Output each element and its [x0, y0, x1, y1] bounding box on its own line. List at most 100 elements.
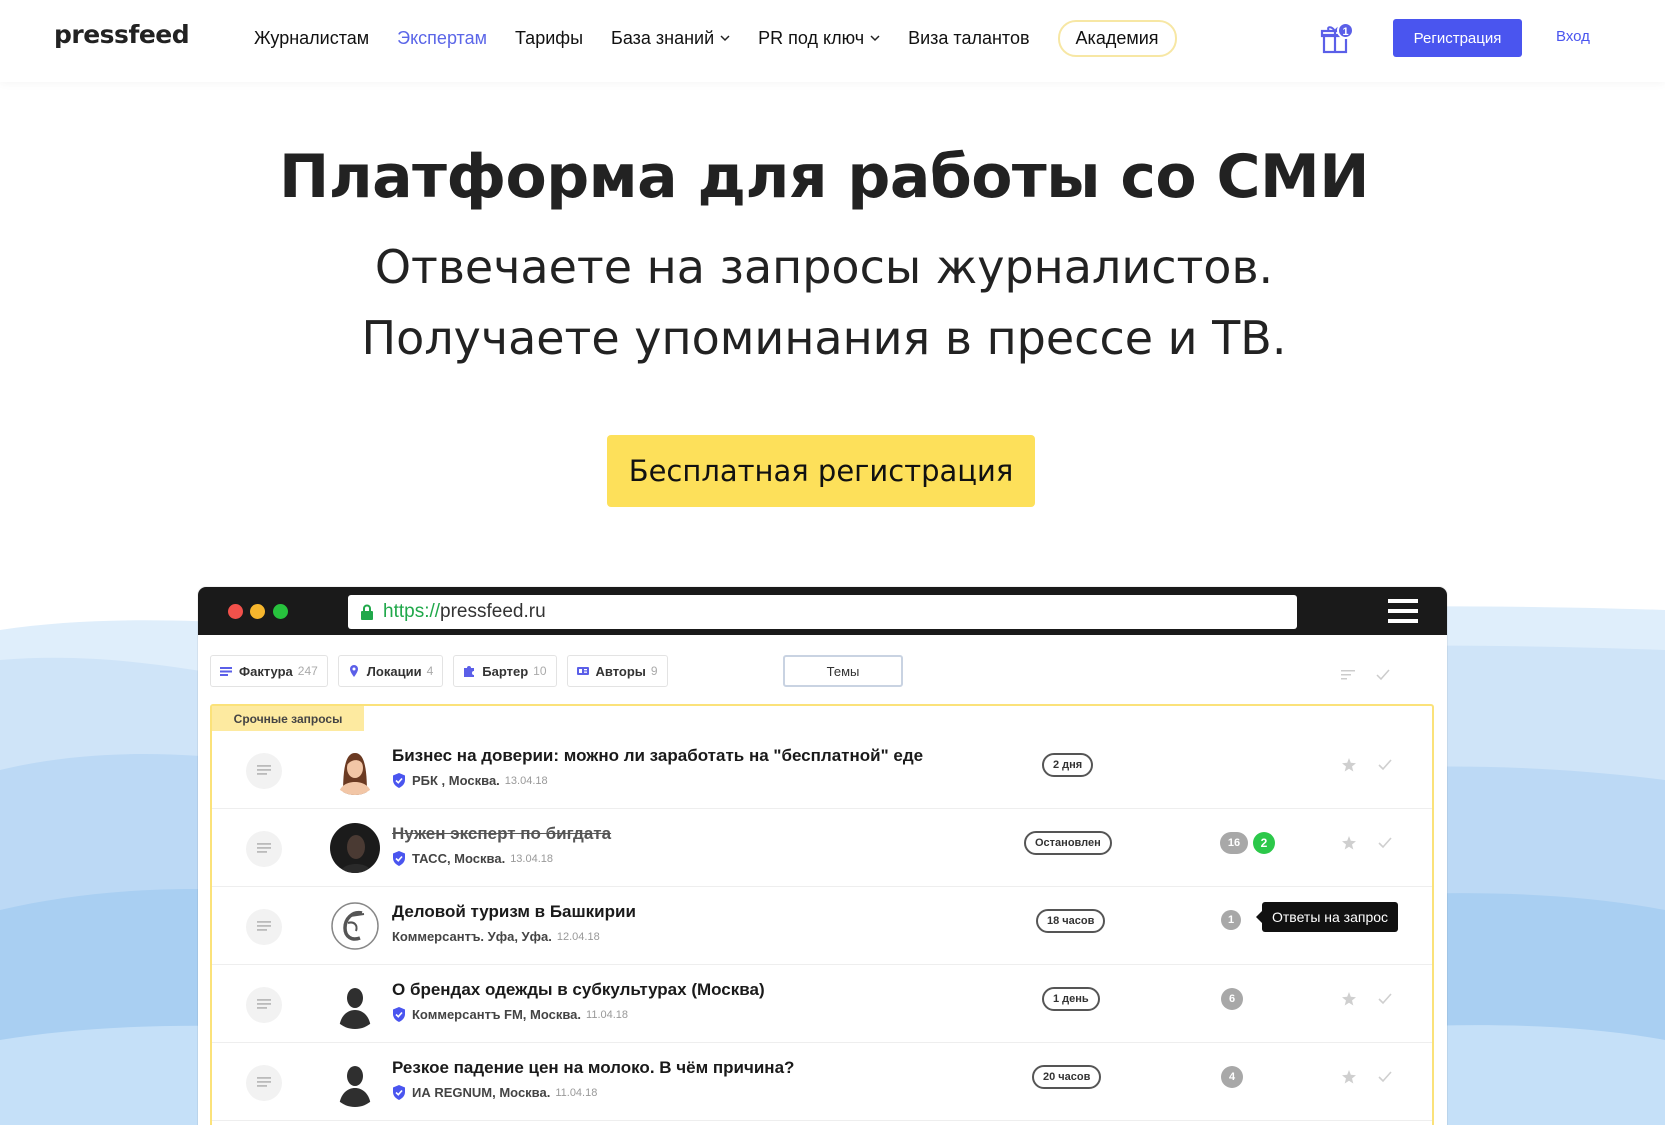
check-icon: [1378, 837, 1392, 849]
nav-talent-visa[interactable]: Виза талантов: [908, 28, 1029, 49]
nav-journalists[interactable]: Журналистам: [254, 28, 369, 49]
urgent-requests-tag: Срочные запросы: [212, 706, 364, 731]
request-source: РБК , Москва.: [412, 773, 500, 788]
browser-mockup: https://pressfeed.ru Фактура 247 Локации…: [198, 587, 1447, 1125]
new-answers-badge: 2: [1253, 832, 1275, 854]
nav-pricing[interactable]: Тарифы: [515, 28, 583, 49]
answers-tooltip: Ответы на запрос: [1255, 902, 1399, 932]
deadline-badge: 20 часов: [1032, 1065, 1102, 1089]
document-icon: [246, 909, 282, 945]
free-registration-button[interactable]: Бесплатная регистрация: [607, 435, 1035, 507]
address-bar: https://pressfeed.ru: [348, 595, 1297, 629]
logo[interactable]: pressfeed: [54, 20, 190, 49]
filter-authors-label: Авторы: [595, 663, 646, 679]
verified-shield-icon: [393, 851, 405, 866]
hero-subtitle-line1: Отвечаете на запросы журналистов.: [374, 240, 1274, 294]
filter-locations-label: Локации: [366, 663, 422, 679]
filter-bar: Фактура 247 Локации 4 Бартер 10 Авторы 9: [210, 655, 678, 687]
window-minimize-dot: [250, 604, 265, 619]
star-icon: [1342, 992, 1356, 1006]
browser-titlebar: https://pressfeed.ru: [198, 587, 1447, 635]
id-card-icon: [576, 667, 589, 675]
filter-locations: Локации 4: [337, 655, 444, 687]
request-meta: ИА REGNUM, Москва. 11.04.18: [392, 1085, 597, 1100]
filter-barter-label: Бартер: [482, 663, 529, 679]
answers-count-badge: 1: [1221, 910, 1241, 930]
window-maximize-dot: [273, 604, 288, 619]
deadline-badge: 18 часов: [1036, 909, 1106, 933]
check-icon: [1378, 1071, 1392, 1083]
request-title: Бизнес на доверии: можно ли заработать н…: [392, 746, 924, 765]
sort-and-check-icons: [1341, 669, 1390, 681]
request-meta: Коммерсантъ FM, Москва. 11.04.18: [392, 1007, 628, 1022]
request-row: Резкое падение цен на молоко. В чём прич…: [212, 1043, 1432, 1121]
deadline-badge: 2 дня: [1042, 753, 1094, 777]
gift-count-badge: 1: [1337, 22, 1354, 39]
request-meta: Коммерсантъ. Уфа, Уфа. 12.04.18: [392, 929, 600, 944]
answers-count-badge: 4: [1221, 1066, 1243, 1088]
nav-academy[interactable]: Академия: [1057, 19, 1177, 57]
document-icon: [246, 753, 282, 789]
nav-pr-turnkey-label: PR под ключ: [758, 27, 865, 48]
journalist-avatar: [330, 745, 380, 795]
filter-barter: Бартер 10: [453, 655, 557, 687]
chevron-down-icon: [720, 35, 730, 42]
request-title: Деловой туризм в Башкирии: [392, 902, 636, 921]
login-link[interactable]: Вход: [1556, 28, 1590, 45]
request-meta: РБК , Москва. 13.04.18: [392, 773, 548, 788]
nav-knowledge-base[interactable]: База знаний: [611, 28, 730, 49]
window-close-dot: [228, 604, 243, 619]
deadline-badge: Остановлен: [1024, 831, 1112, 855]
deadline-badge: 1 день: [1042, 987, 1100, 1011]
document-icon: [246, 987, 282, 1023]
filter-facts-label: Фактура: [239, 663, 293, 679]
filter-facts-count: 247: [297, 664, 318, 678]
filter-authors: Авторы 9: [566, 655, 668, 687]
filter-facts: Фактура 247: [210, 655, 328, 687]
verified-shield-icon: [393, 773, 405, 788]
request-meta: ТАСС, Москва. 13.04.18: [392, 851, 553, 866]
request-row: О брендах одежды в субкультурах (Москва)…: [212, 965, 1432, 1043]
request-source: Коммерсантъ FM, Москва.: [412, 1007, 582, 1022]
themes-button: Темы: [783, 655, 903, 687]
url-host: pressfeed.ru: [440, 601, 546, 622]
lock-icon: [361, 604, 373, 620]
star-icon: [1342, 758, 1356, 772]
nav-knowledge-base-label: База знаний: [611, 27, 715, 48]
register-button[interactable]: Регистрация: [1393, 19, 1522, 57]
request-date: 13.04.18: [510, 852, 554, 865]
hero-title: Платформа для работы со СМИ: [279, 142, 1369, 212]
kommersant-logo: [331, 902, 379, 950]
answers-count-badge: 16: [1220, 832, 1248, 854]
request-source: Коммерсантъ. Уфа, Уфа.: [392, 929, 552, 944]
verified-shield-icon: [393, 1085, 405, 1100]
journalist-avatar: [330, 823, 380, 873]
filter-locations-count: 4: [426, 664, 434, 678]
check-icon: [1378, 993, 1392, 1005]
request-source: ИА REGNUM, Москва.: [412, 1085, 551, 1100]
answers-count-badge: 6: [1221, 988, 1243, 1010]
request-row: Бизнес на доверии: можно ли заработать н…: [212, 731, 1432, 809]
document-icon: [246, 831, 282, 867]
list-icon: [220, 667, 232, 676]
check-icon: [1378, 759, 1392, 771]
request-date: 12.04.18: [556, 930, 600, 943]
chevron-down-icon: [870, 35, 880, 42]
request-date: 13.04.18: [504, 774, 548, 787]
nav-experts[interactable]: Экспертам: [397, 28, 487, 49]
request-date: 11.04.18: [586, 1008, 629, 1021]
request-title: Резкое падение цен на молоко. В чём прич…: [392, 1058, 795, 1077]
location-pin-icon: [349, 665, 358, 677]
request-date: 11.04.18: [555, 1086, 598, 1099]
default-avatar-icon: [330, 1057, 380, 1107]
star-icon: [1342, 836, 1356, 850]
filter-barter-count: 10: [533, 664, 547, 678]
filter-authors-count: 9: [650, 664, 658, 678]
hamburger-menu-icon: [1388, 599, 1418, 623]
url-protocol: https://: [383, 601, 441, 622]
request-title: О брендах одежды в субкультурах (Москва): [392, 980, 765, 999]
request-title: Нужен эксперт по бигдата: [392, 824, 612, 843]
main-nav: Журналистам Экспертам Тарифы База знаний…: [254, 0, 1205, 76]
nav-pr-turnkey[interactable]: PR под ключ: [758, 28, 880, 49]
verified-shield-icon: [393, 1007, 405, 1022]
